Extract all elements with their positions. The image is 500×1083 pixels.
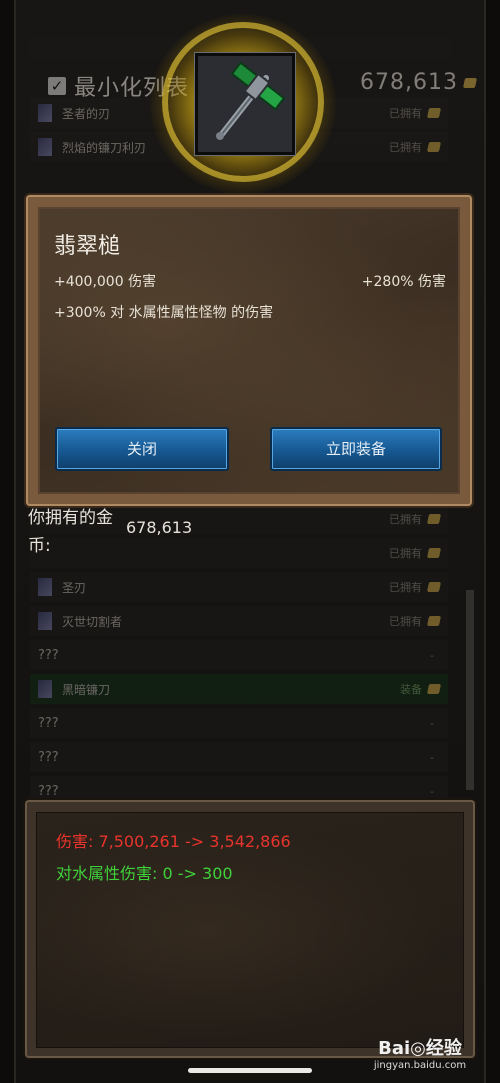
list-item-status: -: [430, 716, 434, 730]
list-item-status: 已拥有: [389, 581, 422, 594]
damage-comparison: 伤害: 7,500,261 -> 3,542,866: [56, 832, 291, 851]
watermark-text: Bai◎经验: [378, 1038, 462, 1059]
list-item-status: 已拥有: [389, 141, 422, 154]
list-item-locked[interactable]: ??? -: [30, 640, 448, 670]
top-gold-value: 678,613: [360, 70, 458, 95]
item-title: 翡翠槌: [54, 234, 121, 259]
locked-item-label: ???: [38, 783, 59, 799]
coin-icon: [426, 582, 442, 592]
list-scrollbar[interactable]: [466, 590, 474, 790]
coin-icon: [462, 77, 478, 88]
list-item[interactable]: 圣刃 已拥有: [30, 572, 448, 602]
coin-icon: [426, 616, 442, 626]
top-gold-counter: 678,613: [360, 70, 478, 95]
list-item-name: 灭世切割者: [62, 614, 123, 629]
list-item-status: 装备: [400, 683, 422, 696]
list-item-status: 已拥有: [389, 615, 422, 628]
close-button[interactable]: 关闭: [55, 427, 229, 471]
coin-icon: [426, 108, 442, 118]
item-thumb-icon: [38, 104, 52, 122]
list-item[interactable]: 灭世切割者 已拥有: [30, 606, 448, 636]
element-damage-comparison: 对水属性伤害: 0 -> 300: [56, 864, 233, 883]
list-item-name: 圣刃: [62, 580, 87, 595]
watermark-url: jingyan.baidu.com: [373, 1060, 467, 1071]
owned-gold-label: 你拥有的金币:: [28, 508, 113, 556]
item-thumb-icon: [38, 578, 52, 596]
item-thumb-icon: [38, 680, 52, 698]
locked-item-label: ???: [38, 749, 59, 765]
list-item-equipped[interactable]: 黑暗镰刀 装备: [30, 674, 448, 704]
baidu-watermark: Bai◎经验 jingyan.baidu.com: [350, 1034, 490, 1071]
coin-icon: [426, 548, 442, 558]
list-item-locked[interactable]: ??? -: [30, 708, 448, 738]
item-damage-stat: +400,000 伤害: [54, 274, 157, 290]
coin-icon: [426, 684, 442, 694]
locked-item-label: ???: [38, 715, 59, 731]
item-element-bonus-stat: +300% 对 水属性属性怪物 的伤害: [54, 305, 274, 321]
equip-now-button[interactable]: 立即装备: [270, 427, 442, 471]
list-item-name: 黑暗镰刀: [62, 682, 111, 697]
item-thumb-icon: [38, 612, 52, 630]
owned-gold-value: 678,613: [126, 518, 193, 537]
list-item-locked[interactable]: ??? -: [30, 742, 448, 772]
list-item-status: 已拥有: [389, 107, 422, 120]
coin-icon: [426, 142, 442, 152]
locked-item-label: ???: [38, 647, 59, 663]
home-indicator[interactable]: [188, 1068, 312, 1073]
list-item-status: -: [430, 784, 434, 798]
checkbox-icon[interactable]: ✓: [48, 77, 66, 95]
list-item-status: -: [430, 750, 434, 764]
item-damage-percent-stat: +280% 伤害: [361, 274, 446, 290]
coin-icon: [426, 514, 442, 524]
list-item-status: -: [430, 648, 434, 662]
item-thumb-icon: [38, 138, 52, 156]
list-item-status: 已拥有: [389, 513, 422, 526]
emerald-hammer-icon: [194, 52, 296, 156]
list-item-status: 已拥有: [389, 547, 422, 560]
